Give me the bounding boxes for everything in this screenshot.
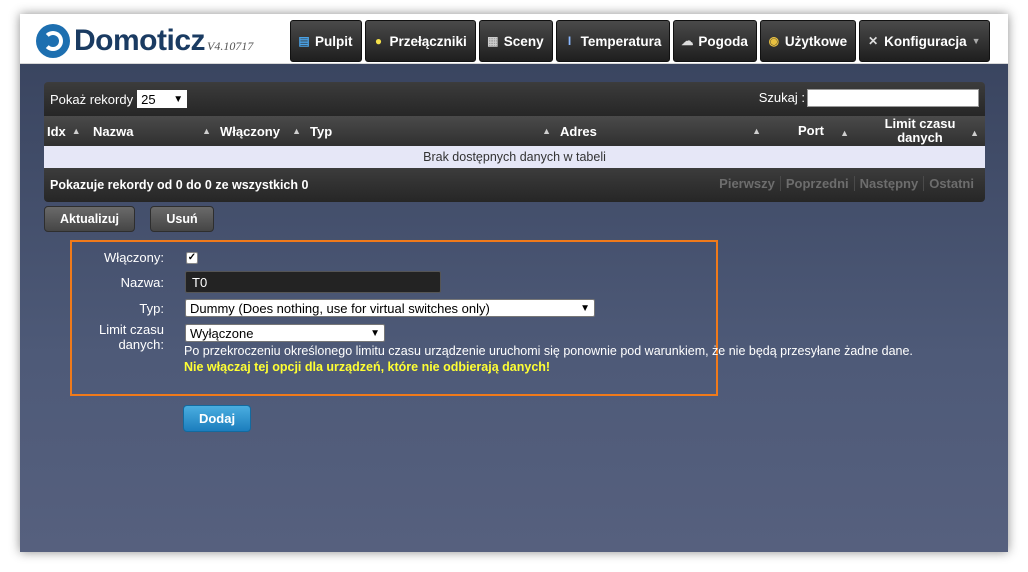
timeout-warning: Nie włączaj tej opcji dla urządzeń, któr… bbox=[184, 360, 551, 374]
logo-icon bbox=[36, 24, 70, 58]
pager-next-button[interactable]: Następny bbox=[853, 176, 924, 191]
sort-icon: ▲ bbox=[752, 126, 761, 136]
table-info: Pokazuje rekordy od 0 do 0 ze wszystkich… bbox=[50, 178, 309, 192]
logo[interactable]: Domoticz V4.10717 bbox=[36, 24, 253, 58]
column-type[interactable]: Typ ▲ bbox=[307, 116, 557, 146]
column-enabled[interactable]: Włączony ▲ bbox=[217, 116, 307, 146]
column-name[interactable]: Nazwa ▲ bbox=[90, 116, 217, 146]
type-label: Typ: bbox=[139, 301, 164, 316]
column-idx[interactable]: Idx ▲ bbox=[44, 116, 90, 146]
show-records-label: Pokaż rekordy bbox=[50, 91, 134, 107]
wrench-icon: ✕ bbox=[868, 34, 879, 48]
nav-weather-button[interactable]: ☁ Pogoda bbox=[673, 20, 757, 62]
type-select[interactable]: Dummy (Does nothing, use for virtual swi… bbox=[185, 299, 595, 317]
main-content: Pokaż rekordy 25 ▼ Szukaj : Idx ▲ Nazwa … bbox=[20, 64, 1008, 552]
empty-table-message: Brak dostępnych danych w tabeli bbox=[44, 146, 985, 168]
sort-icon: ▲ bbox=[292, 126, 301, 136]
pagination: Pierwszy Poprzedni Następny Ostatni bbox=[714, 176, 979, 191]
nav-label: Temperatura bbox=[580, 33, 662, 49]
sort-icon: ▲ bbox=[542, 126, 551, 136]
nav-label: Pulpit bbox=[315, 33, 353, 49]
pager-previous-button[interactable]: Poprzedni bbox=[779, 176, 854, 191]
app-window: Domoticz V4.10717 ▤ Pulpit ● Przełącznik… bbox=[20, 14, 1008, 552]
nav-label: Konfiguracja bbox=[884, 33, 967, 49]
nav-label: Pogoda bbox=[698, 33, 748, 49]
enabled-checkbox[interactable]: ✓ bbox=[186, 252, 198, 264]
sort-icon: ▲ bbox=[71, 126, 81, 136]
update-button[interactable]: Aktualizuj bbox=[44, 206, 135, 232]
nav-scenes-button[interactable]: ▦ Sceny bbox=[478, 20, 553, 62]
name-field[interactable]: T0 bbox=[185, 271, 441, 293]
version-label: V4.10717 bbox=[207, 39, 254, 53]
nav-temperature-button[interactable]: Ι Temperatura bbox=[555, 20, 671, 62]
table-toolbar: Pokaż rekordy 25 ▼ Szukaj : bbox=[44, 82, 985, 116]
dashboard-icon: ▤ bbox=[298, 34, 310, 48]
chevron-down-icon: ▼ bbox=[370, 327, 380, 339]
column-port[interactable]: Port ▲ bbox=[767, 116, 855, 146]
top-header: Domoticz V4.10717 ▤ Pulpit ● Przełącznik… bbox=[20, 14, 1008, 64]
column-data-timeout[interactable]: Limit czasu danych ▲ bbox=[855, 116, 985, 146]
search-label: Szukaj : bbox=[758, 90, 805, 105]
chevron-down-icon: ▼ bbox=[173, 93, 184, 105]
sort-icon: ▲ bbox=[840, 128, 849, 138]
cloud-icon: ☁ bbox=[681, 34, 694, 48]
enabled-label: Włączony: bbox=[104, 250, 164, 265]
nav-setup-button[interactable]: ✕ Konfiguracja ▼ bbox=[859, 20, 990, 62]
logo-text: Domoticz bbox=[74, 24, 206, 57]
sort-icon: ▲ bbox=[202, 126, 211, 136]
pager-last-button[interactable]: Ostatni bbox=[923, 176, 979, 191]
records-per-page-select[interactable]: 25 ▼ bbox=[137, 90, 188, 108]
nav-label: Użytkowe bbox=[784, 33, 848, 49]
nav-switches-button[interactable]: ● Przełączniki bbox=[364, 20, 476, 62]
table-footer: Pokazuje rekordy od 0 do 0 ze wszystkich… bbox=[44, 168, 985, 202]
chevron-down-icon: ▼ bbox=[580, 302, 590, 314]
name-label: Nazwa: bbox=[120, 275, 164, 290]
timeout-description: Po przekroczeniu określonego limitu czas… bbox=[184, 344, 913, 358]
nav-label: Przełączniki bbox=[389, 33, 467, 49]
nav-utility-button[interactable]: ◉ Użytkowe bbox=[759, 20, 857, 62]
clapperboard-icon: ▦ bbox=[487, 34, 499, 48]
lightbulb-icon: ● bbox=[374, 34, 383, 48]
hardware-table: Pokaż rekordy 25 ▼ Szukaj : Idx ▲ Nazwa … bbox=[44, 82, 985, 202]
pager-first-button[interactable]: Pierwszy bbox=[714, 176, 780, 191]
add-button[interactable]: Dodaj bbox=[183, 405, 251, 432]
data-timeout-select[interactable]: Wyłączone ▼ bbox=[185, 324, 385, 342]
main-nav: ▤ Pulpit ● Przełączniki ▦ Sceny Ι Temper… bbox=[290, 20, 990, 62]
search-input[interactable] bbox=[807, 89, 979, 107]
delete-button[interactable]: Usuń bbox=[150, 206, 214, 232]
utility-icon: ◉ bbox=[768, 34, 780, 48]
data-timeout-label: Limit czasu danych: bbox=[98, 322, 164, 352]
table-header: Idx ▲ Nazwa ▲ Włączony ▲ Typ ▲ Adres ▲ P… bbox=[44, 116, 985, 146]
sort-icon: ▲ bbox=[970, 128, 979, 138]
column-address[interactable]: Adres ▲ bbox=[557, 116, 767, 146]
chevron-down-icon: ▼ bbox=[971, 36, 981, 46]
nav-dashboard-button[interactable]: ▤ Pulpit bbox=[290, 20, 362, 62]
thermometer-icon: Ι bbox=[567, 34, 572, 48]
nav-label: Sceny bbox=[503, 33, 544, 49]
